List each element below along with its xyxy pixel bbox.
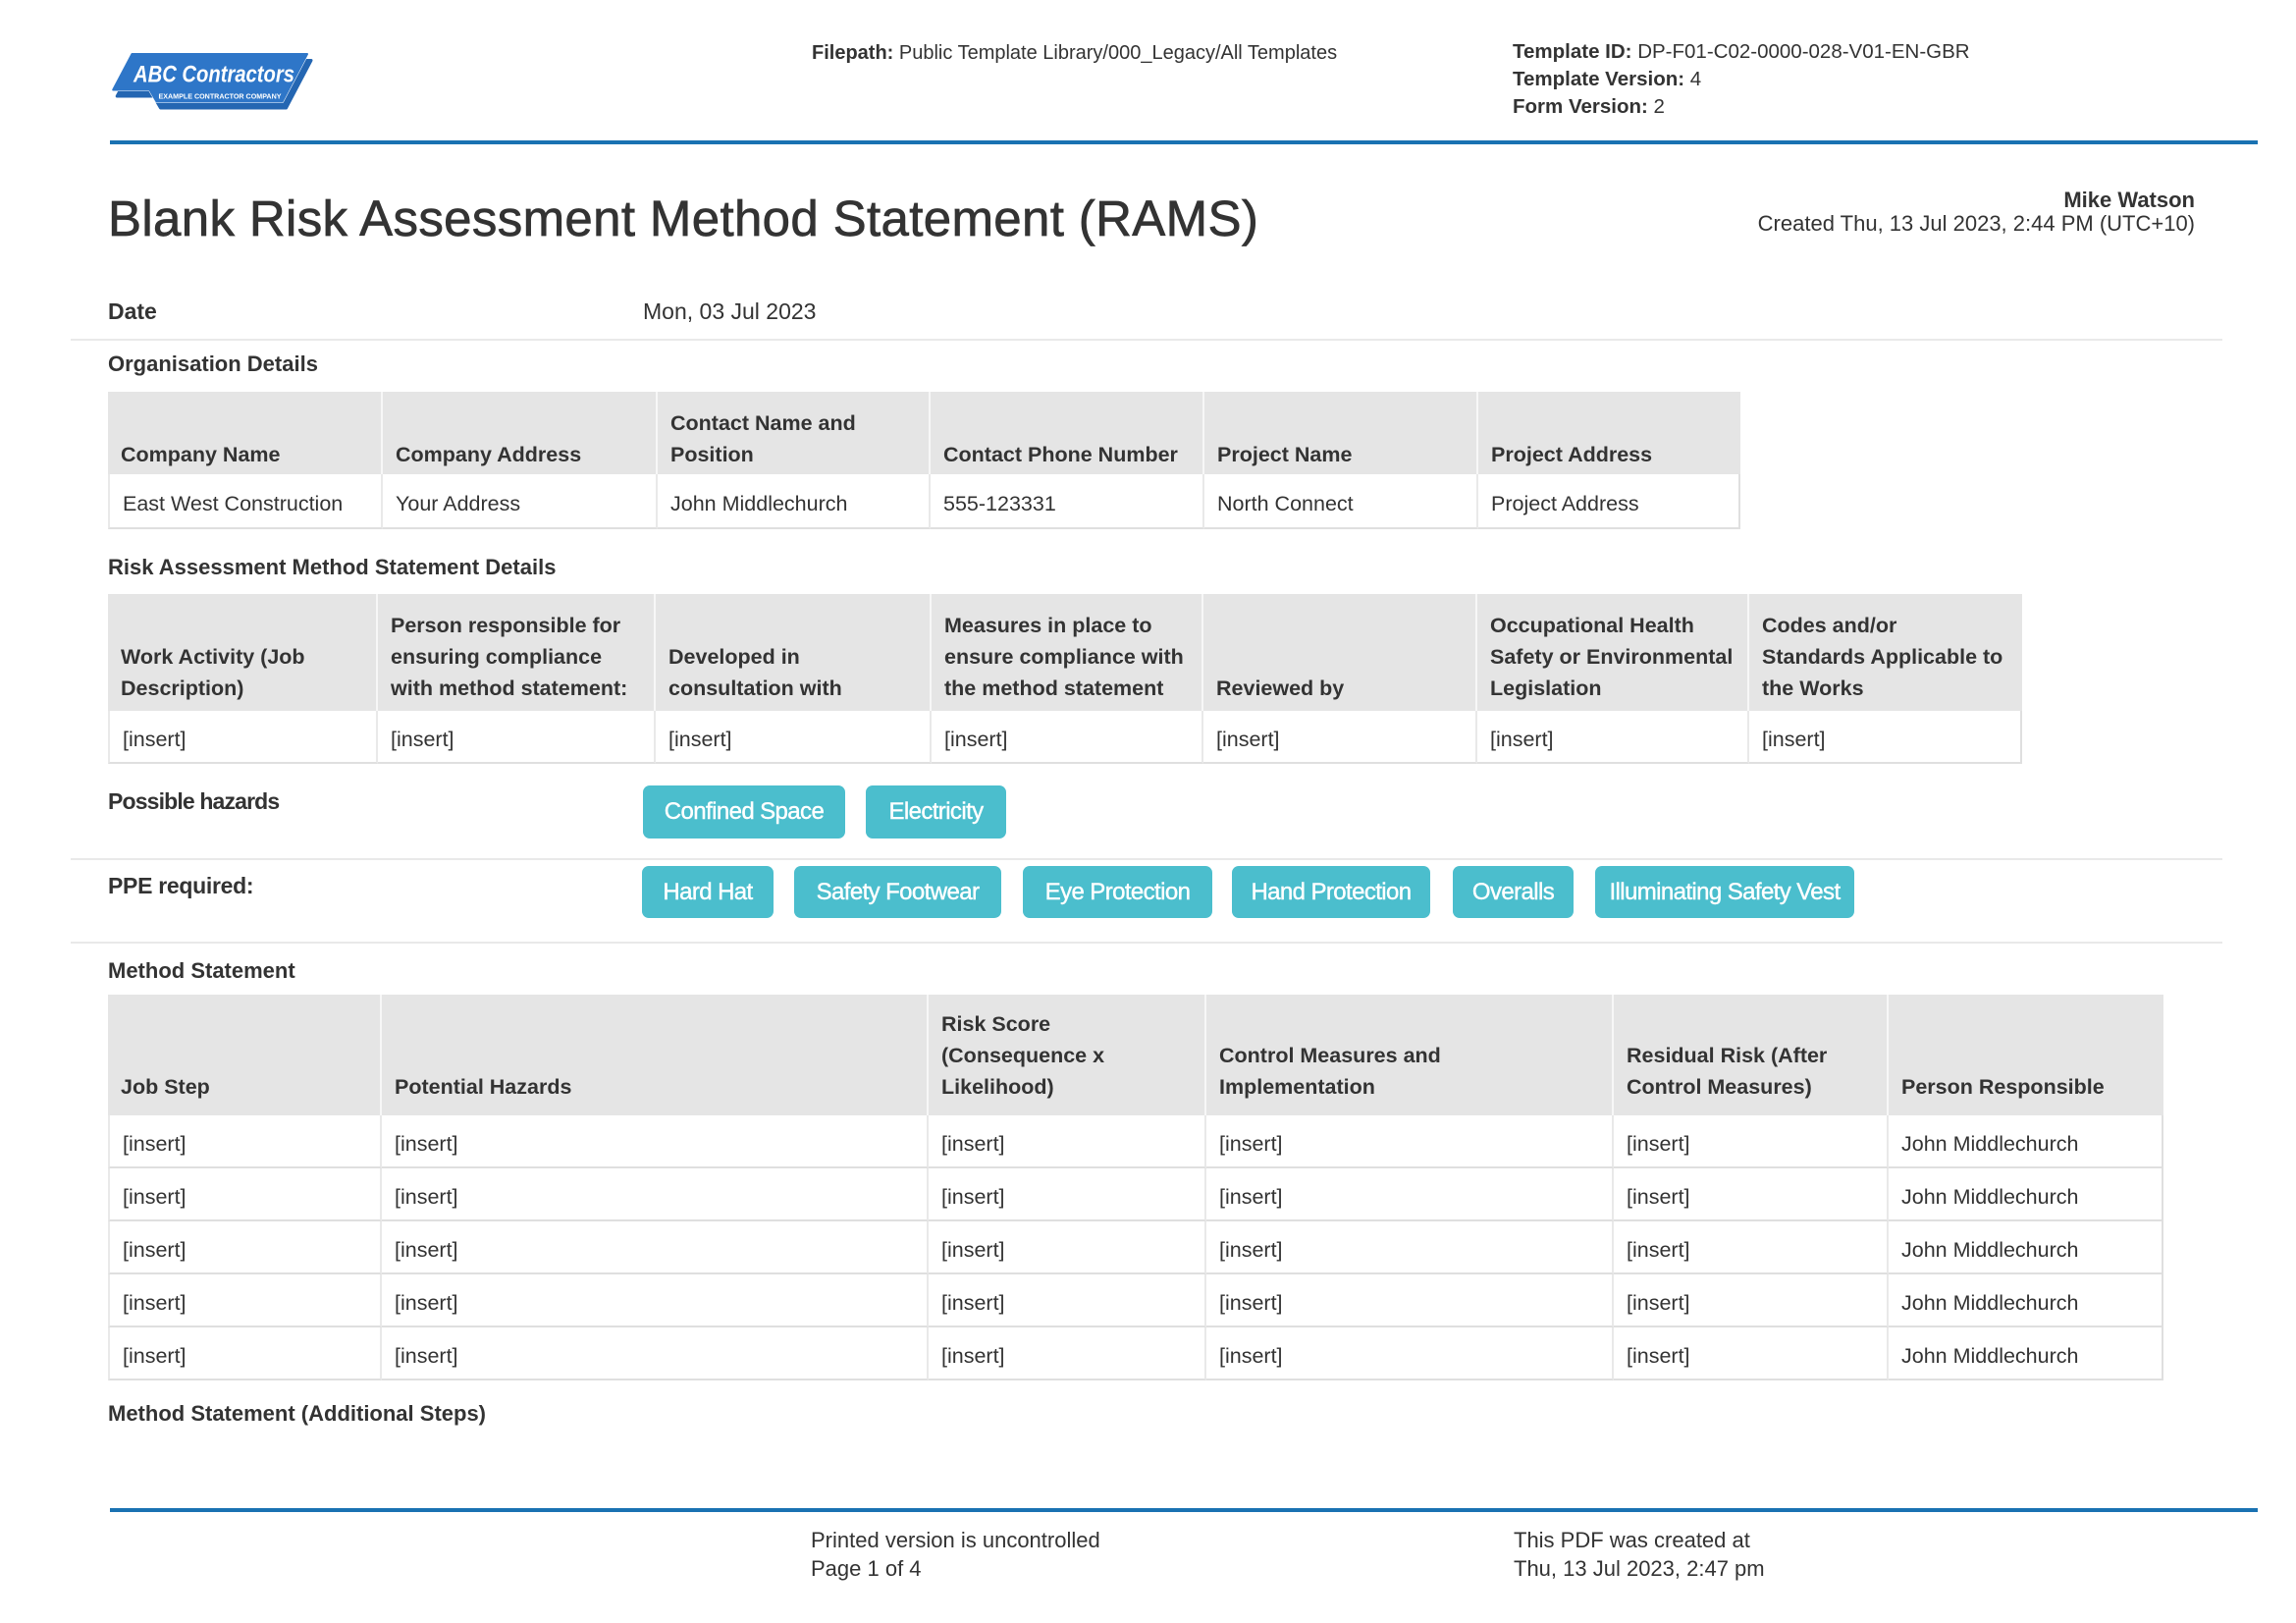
svg-text:ABC Contractors: ABC Contractors <box>133 62 294 88</box>
svg-text:EXAMPLE CONTRACTOR COMPANY: EXAMPLE CONTRACTOR COMPANY <box>159 92 282 101</box>
